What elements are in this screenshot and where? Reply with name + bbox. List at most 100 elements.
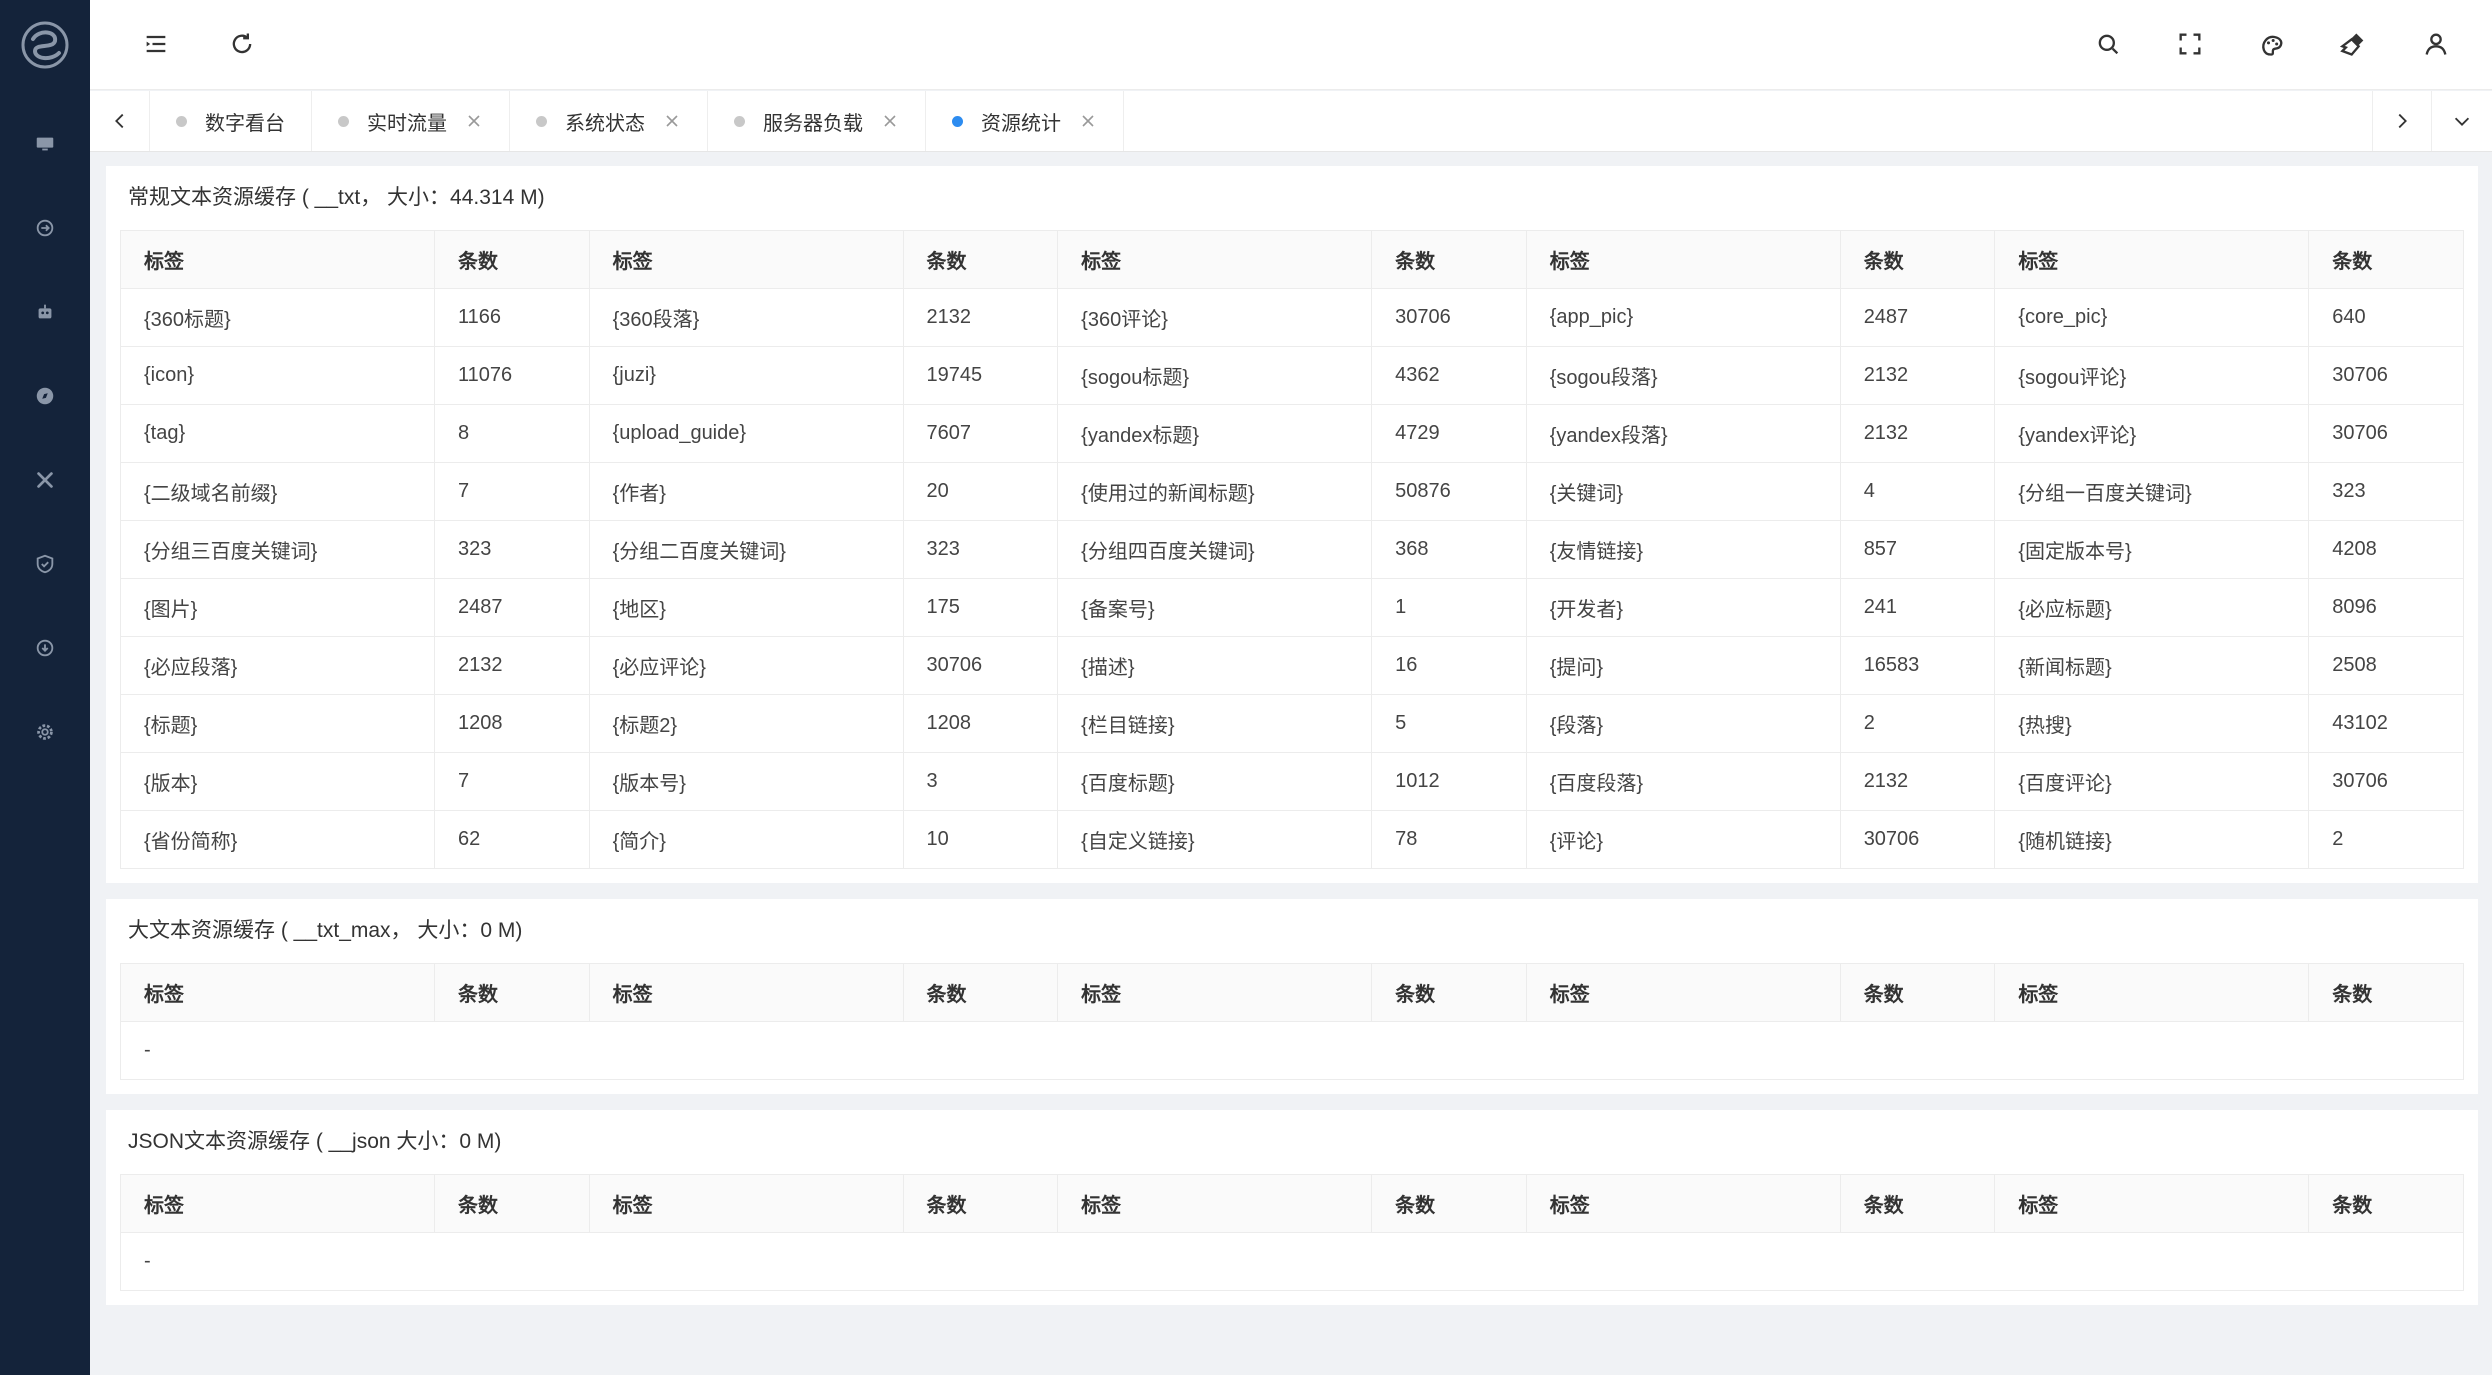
- count-cell: 10: [902, 810, 1059, 869]
- table-row: {分组三百度关键词} 323 {分组二百度关键词} 323 {分组四百度关键词} 368{…: [120, 520, 2464, 579]
- tag-cell: {360段落}: [588, 288, 904, 347]
- column-header-count: 条数: [1371, 963, 1527, 1022]
- tab-scroll-right-button[interactable]: [2372, 91, 2432, 151]
- chevron-down-icon: [2454, 117, 2470, 126]
- tag-cell: {分组一百度关键词}: [1994, 462, 2310, 521]
- column-header-count: 条数: [2308, 230, 2464, 289]
- sidebar-item-robot[interactable]: [0, 270, 90, 354]
- tag-cell: {热搜}: [1994, 694, 2310, 753]
- table-row: {icon} 11076 {juzi} 19745 {sogou标题} 4362 {sogo…: [120, 346, 2464, 405]
- theme-icon: [2262, 35, 2283, 56]
- count-cell: 2132: [1839, 404, 1996, 463]
- sidebar-item-download[interactable]: [0, 606, 90, 690]
- count-cell: 7607: [902, 404, 1059, 463]
- robot-icon: [38, 304, 52, 319]
- count-cell: 3: [902, 752, 1059, 811]
- tab-status-dot: [536, 115, 547, 127]
- count-cell: 30706: [2308, 752, 2464, 811]
- refresh-icon: [232, 33, 252, 54]
- count-cell: 1166: [433, 288, 590, 347]
- close-icon[interactable]: [1079, 112, 1097, 130]
- fullscreen-button[interactable]: [2174, 28, 2206, 60]
- top-header: [90, 0, 2492, 90]
- tab-4[interactable]: 资源统计: [926, 91, 1124, 151]
- sidebar-item-settings[interactable]: [0, 690, 90, 774]
- tab-3[interactable]: 服务器负载: [708, 91, 926, 151]
- tab-0[interactable]: 数字看台: [150, 91, 312, 151]
- tag-cell: {描述}: [1057, 636, 1373, 695]
- search-icon: [2098, 34, 2119, 55]
- tag-cell: {栏目链接}: [1057, 694, 1373, 753]
- tab-label: 资源统计: [981, 112, 1061, 135]
- chevron-right-icon: [2398, 113, 2407, 129]
- tag-cell: {备案号}: [1057, 578, 1373, 637]
- tag-cell: {core_pic}: [1994, 288, 2310, 347]
- tab-status-dot: [338, 115, 349, 127]
- fullscreen-icon: [2179, 33, 2201, 55]
- theme-button[interactable]: [2256, 28, 2288, 60]
- column-header-label: 标签: [1525, 963, 1841, 1022]
- user-button[interactable]: [2420, 28, 2452, 60]
- column-header-count: 条数: [2308, 963, 2464, 1022]
- sidebar-item-tools[interactable]: [0, 438, 90, 522]
- tab-label: 服务器负载: [763, 112, 863, 135]
- tag-cell: {百度评论}: [1994, 752, 2310, 811]
- tag-cell: {sogou评论}: [1994, 346, 2310, 405]
- count-cell: 2: [1839, 694, 1996, 753]
- tab-status-dot: [176, 115, 187, 127]
- tag-cell: {分组三百度关键词}: [120, 520, 435, 579]
- card-title: JSON文本资源缓存 ( __json 大小：0 M): [128, 1130, 502, 1153]
- count-cell: 2132: [1839, 346, 1996, 405]
- count-cell: 1: [1371, 578, 1527, 637]
- count-cell: 7: [433, 752, 590, 811]
- column-header-count: 条数: [1839, 230, 1996, 289]
- table-row: {二级域名前缀} 7 {作者} 20 {使用过的新闻标题} 50876 {关键词} 4 {分组一…: [120, 462, 2464, 521]
- count-cell: 2508: [2308, 636, 2464, 695]
- sidebar-item-security[interactable]: [0, 522, 90, 606]
- count-cell: 78: [1371, 810, 1527, 869]
- tag-cell: {版本号}: [588, 752, 904, 811]
- tag-cell: {开发者}: [1525, 578, 1841, 637]
- tag-cell: {二级域名前缀}: [120, 462, 435, 521]
- sidebar-item-traffic[interactable]: [0, 186, 90, 270]
- app-logo[interactable]: [0, 0, 90, 90]
- count-cell: 30706: [2308, 404, 2464, 463]
- tag-cell: {使用过的新闻标题}: [1057, 462, 1373, 521]
- sidebar-item-compass[interactable]: [0, 354, 90, 438]
- column-header-label: 标签: [588, 963, 904, 1022]
- count-cell: 30706: [1371, 288, 1527, 347]
- tab-1[interactable]: 实时流量: [312, 91, 510, 151]
- sidebar: [0, 0, 90, 1375]
- tab-menu-button[interactable]: [2432, 91, 2492, 151]
- close-icon[interactable]: [663, 112, 681, 130]
- count-cell: 16583: [1839, 636, 1996, 695]
- tab-2[interactable]: 系统状态: [510, 91, 708, 151]
- count-cell: 323: [902, 520, 1059, 579]
- count-cell: 19745: [902, 346, 1059, 405]
- column-header-label: 标签: [120, 1174, 435, 1233]
- column-header-label: 标签: [120, 963, 435, 1022]
- tabs-bar: 数字看台 实时流量 系统状态 服务器负载 资源统计: [90, 91, 2492, 152]
- sidebar-item-dashboard[interactable]: [0, 102, 90, 186]
- table-row: {版本} 7 {版本号} 3 {百度标题} 1012 {百度段落} 2132 {百度评论} 307…: [120, 752, 2464, 811]
- tag-cell: {随机链接}: [1994, 810, 2310, 869]
- download-circle-icon: [36, 639, 54, 657]
- close-icon[interactable]: [881, 112, 899, 130]
- close-icon[interactable]: [465, 112, 483, 130]
- refresh-button[interactable]: [226, 28, 258, 60]
- table-row: {图片} 2487 {地区} 175 {备案号} 1 {开发者} 241 {必应标题} 8096: [120, 578, 2464, 637]
- column-header-label: 标签: [588, 230, 904, 289]
- tag-cell: {关键词}: [1525, 462, 1841, 521]
- search-button[interactable]: [2092, 28, 2124, 60]
- tag-cell: {图片}: [120, 578, 435, 637]
- count-cell: 1208: [433, 694, 590, 753]
- column-header-label: 标签: [1525, 230, 1841, 289]
- clear-cache-button[interactable]: [2338, 28, 2370, 60]
- cache-card: 常规文本资源缓存 ( __txt， 大小：44.314 M) 标签 条数 标签 条数 标签…: [106, 166, 2478, 883]
- column-header-label: 标签: [1994, 230, 2310, 289]
- tab-scroll-left-button[interactable]: [90, 91, 150, 151]
- tab-label: 数字看台: [205, 112, 285, 135]
- menu-toggle-button[interactable]: [140, 28, 172, 60]
- column-header-label: 标签: [120, 230, 435, 289]
- gear-icon: [37, 724, 53, 740]
